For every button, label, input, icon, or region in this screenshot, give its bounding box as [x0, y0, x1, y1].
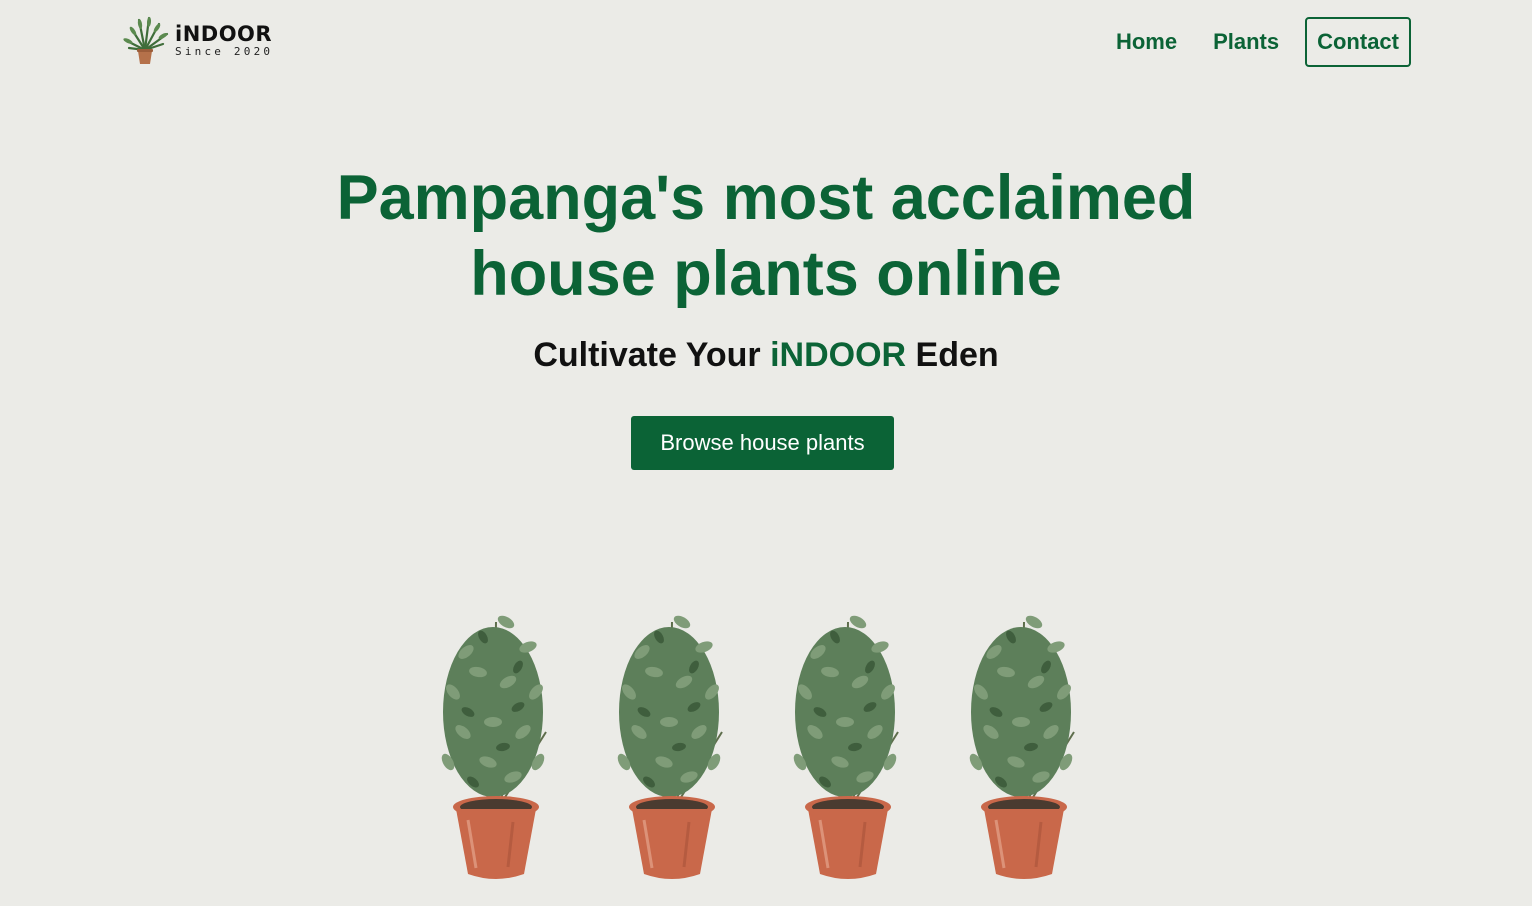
potted-plant-image: [613, 611, 725, 881]
hero-title-line1: Pampanga's most acclaimed: [336, 163, 1196, 233]
main-nav: Home Plants Contact: [1080, 17, 1411, 67]
hero-title: Pampanga's most acclaimed house plants o…: [0, 160, 1532, 312]
tagline-brand: iNDOOR: [770, 336, 907, 374]
plant-gallery: [418, 592, 1122, 882]
logo-since: Since 2020: [175, 44, 274, 58]
tagline-suffix: Eden: [906, 336, 999, 374]
logo-name: iNDOOR: [175, 21, 273, 46]
potted-plant-logo-icon: [123, 16, 169, 64]
potted-plant-image: [437, 611, 549, 881]
site-logo[interactable]: iNDOOR Since 2020: [119, 14, 273, 66]
browse-plants-button[interactable]: Browse house plants: [631, 416, 894, 470]
hero-tagline: Cultivate Your iNDOOR Eden: [0, 336, 1532, 375]
page: iNDOOR Since 2020 Home Plants Contact Pa…: [0, 0, 1532, 906]
hero-title-line2: house plants online: [470, 239, 1062, 309]
potted-plant-image: [789, 611, 901, 881]
nav-home-link[interactable]: Home: [1116, 29, 1177, 55]
potted-plant-image: [965, 611, 1077, 881]
nav-plants-link[interactable]: Plants: [1213, 29, 1279, 55]
tagline-prefix: Cultivate Your: [533, 336, 771, 374]
logo-text: iNDOOR Since 2020: [175, 23, 273, 58]
nav-contact-button[interactable]: Contact: [1305, 17, 1411, 67]
